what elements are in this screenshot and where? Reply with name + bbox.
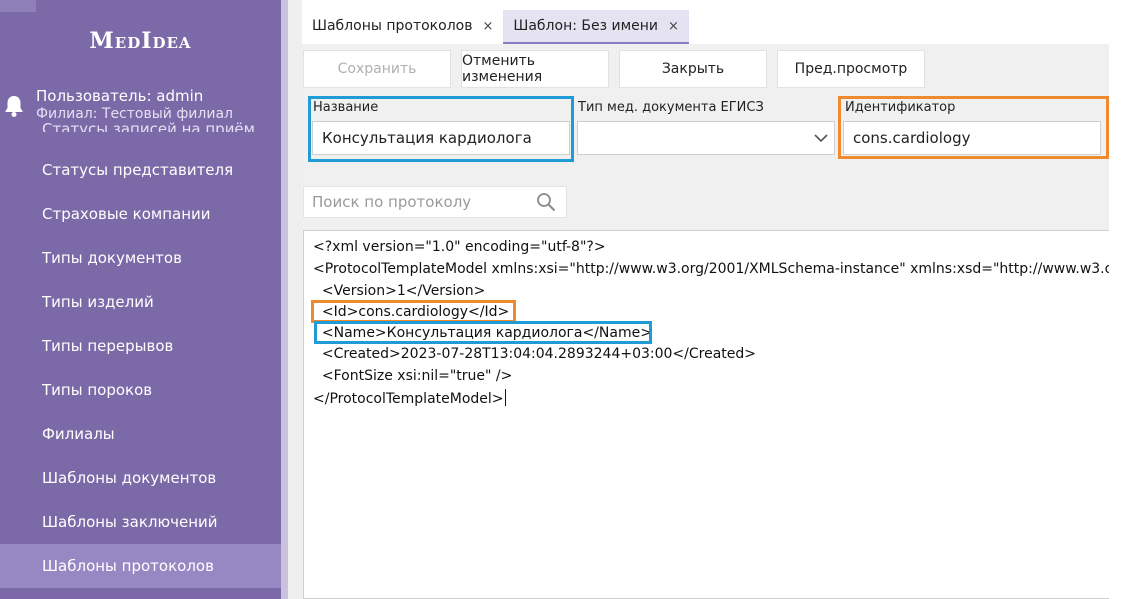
code-line-version: <Version>1</Version>: [313, 283, 486, 299]
name-label: Название: [313, 100, 379, 115]
doc-type-select[interactable]: [577, 121, 835, 155]
tab-template-unnamed[interactable]: Шаблон: Без имени ×: [503, 10, 689, 44]
code-line-root-close: </ProtocolTemplateModel>: [313, 389, 506, 407]
sidebar-menu: Статусы представителя Страховые компании…: [0, 148, 281, 588]
tab-label: Шаблон: Без имени: [513, 18, 659, 34]
tab-label: Шаблоны протоколов: [312, 18, 473, 34]
sidebar-item-document-types[interactable]: Типы документов: [0, 236, 281, 280]
search-placeholder: Поиск по протоколу: [312, 193, 472, 211]
save-button[interactable]: Сохранить: [303, 50, 451, 88]
doc-type-label: Тип мед. документа ЕГИСЗ: [578, 100, 764, 115]
tab-bar: Шаблоны протоколов × Шаблон: Без имени ×: [302, 10, 689, 44]
app-logo: MedIdea: [89, 28, 192, 54]
user-name: Пользователь: admin: [36, 87, 204, 105]
search-icon[interactable]: [536, 192, 556, 212]
code-line-created: <Created>2023-07-28T13:04:04.2893244+03:…: [313, 346, 757, 362]
panel-divider: [288, 0, 302, 599]
name-input[interactable]: Консультация кардиолога: [312, 121, 570, 155]
code-line-root-open: <ProtocolTemplateModel xmlns:xsi="http:/…: [313, 261, 1109, 277]
chevron-down-icon[interactable]: [814, 133, 828, 143]
preview-button[interactable]: Пред.просмотр: [777, 50, 925, 88]
sidebar-item-insurance-companies[interactable]: Страховые компании: [0, 192, 281, 236]
sidebar-item-cut[interactable]: Статусы записей на приём: [42, 118, 255, 132]
sidebar-item-representative-statuses[interactable]: Статусы представителя: [0, 148, 281, 192]
xml-editor[interactable]: <?xml version="1.0" encoding="utf-8"?> <…: [303, 230, 1109, 599]
id-input[interactable]: cons.cardiology: [843, 121, 1101, 155]
sidebar-top-strip: [0, 0, 36, 12]
code-line-xml-decl: <?xml version="1.0" encoding="utf-8"?>: [313, 239, 606, 255]
text-caret: [504, 389, 506, 406]
sidebar-item-conclusion-templates[interactable]: Шаблоны заключений: [0, 500, 281, 544]
tab-protocol-templates[interactable]: Шаблоны протоколов ×: [302, 10, 504, 44]
protocol-search-input[interactable]: Поиск по протоколу: [303, 186, 567, 218]
code-line-root-close-text: </ProtocolTemplateModel>: [313, 391, 504, 407]
sidebar-item-product-types[interactable]: Типы изделий: [0, 280, 281, 324]
sidebar-item-branches[interactable]: Филиалы: [0, 412, 281, 456]
code-line-fontsize: <FontSize xsi:nil="true" />: [313, 368, 513, 384]
name-line-highlight: [314, 321, 652, 344]
sidebar-scrollbar[interactable]: [281, 0, 288, 599]
sidebar-item-protocol-templates[interactable]: Шаблоны протоколов: [0, 544, 281, 588]
close-icon[interactable]: ×: [668, 19, 679, 34]
close-button[interactable]: Закрыть: [619, 50, 767, 88]
cancel-changes-button[interactable]: Отменить изменения: [461, 50, 609, 88]
bell-icon[interactable]: [3, 94, 25, 118]
sidebar: MedIdea Пользователь: admin Филиал: Тест…: [0, 0, 288, 599]
close-icon[interactable]: ×: [482, 19, 493, 34]
sidebar-item-break-types[interactable]: Типы перерывов: [0, 324, 281, 368]
window-right-edge: [1109, 0, 1131, 599]
id-label: Идентификатор: [845, 100, 956, 115]
sidebar-item-document-templates[interactable]: Шаблоны документов: [0, 456, 281, 500]
sidebar-item-defect-types[interactable]: Типы пороков: [0, 368, 281, 412]
id-line-highlight: [311, 300, 516, 323]
